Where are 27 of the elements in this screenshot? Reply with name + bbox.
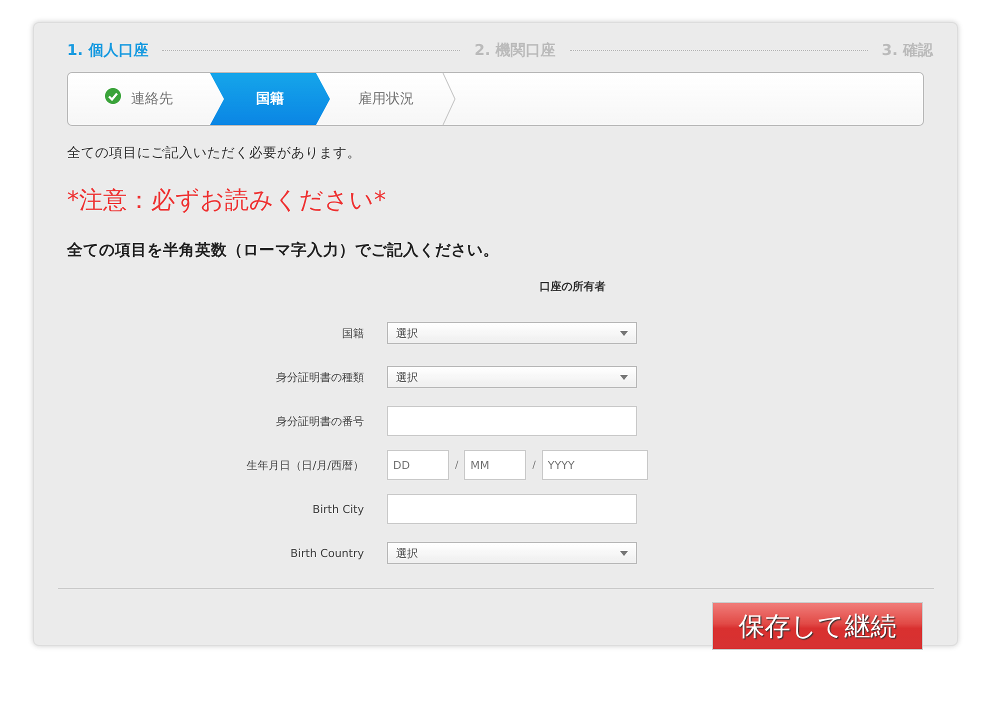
- date-separator: /: [455, 460, 458, 470]
- field-label: 身分証明書の種類: [275, 370, 364, 384]
- field-label: Birth City: [312, 502, 364, 516]
- field-label: Birth Country: [289, 546, 364, 560]
- substep-tab[interactable]: 雇用状況: [330, 73, 456, 125]
- input-field[interactable]: [387, 494, 637, 524]
- date-input[interactable]: DD: [387, 450, 449, 480]
- input-field[interactable]: [387, 406, 637, 436]
- chevron-icon: [442, 73, 456, 125]
- save-continue-button[interactable]: 保存して継続: [712, 602, 923, 650]
- date-input[interactable]: YYYY: [542, 450, 648, 480]
- substep-tab[interactable]: 国籍: [210, 73, 330, 125]
- wizard-step: 1. 個人口座: [67, 41, 148, 60]
- dropdown[interactable]: 選択: [387, 542, 637, 564]
- dropdown[interactable]: 選択: [387, 322, 637, 344]
- date-input[interactable]: MM: [464, 450, 526, 480]
- dropdown[interactable]: 選択: [387, 366, 637, 388]
- field-label: 身分証明書の番号: [275, 414, 364, 428]
- date-separator: /: [532, 460, 536, 470]
- field-label: 国籍: [341, 326, 364, 340]
- field-label: 生年月日（日/月/西暦）: [246, 458, 364, 472]
- substep-tab[interactable]: 連絡先: [68, 73, 210, 125]
- check-icon: [105, 88, 121, 104]
- instruction-text: 全ての項目を半角英数（ローマ字入力）でご記入ください。: [67, 240, 500, 261]
- intro-text: 全ての項目にご記入いただく必要があります。: [67, 144, 362, 162]
- warning-text: *注意：必ずお読みください*: [67, 185, 387, 216]
- section-title: 口座の所有者: [538, 279, 606, 294]
